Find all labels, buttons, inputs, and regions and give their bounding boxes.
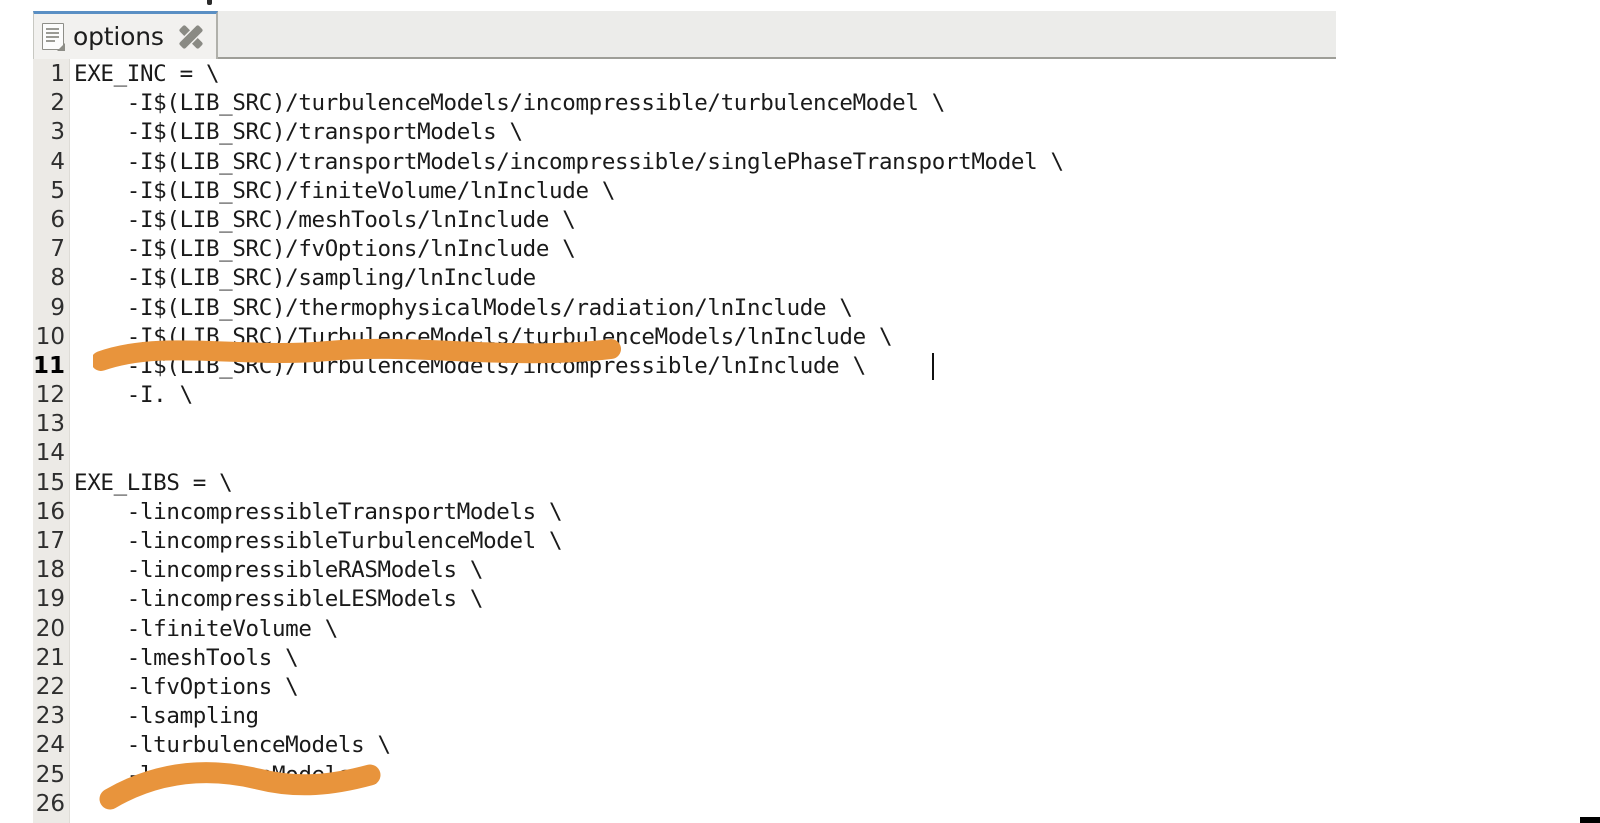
line-number: 10 bbox=[35, 323, 65, 350]
text-caret bbox=[932, 352, 934, 380]
code-line[interactable] bbox=[74, 410, 1336, 439]
editor-tab-bar: options bbox=[33, 11, 1336, 61]
code-line[interactable]: -lturbulenceModels \ bbox=[74, 731, 1336, 760]
code-line[interactable]: -lradiationModels \ bbox=[74, 761, 1336, 790]
code-line[interactable]: -lincompressibleRASModels \ bbox=[74, 556, 1336, 585]
line-number: 12 bbox=[35, 382, 65, 409]
code-line[interactable]: -I. \ bbox=[74, 381, 1336, 410]
tab-options[interactable]: options bbox=[33, 11, 218, 61]
close-x-icon[interactable] bbox=[178, 24, 204, 50]
line-number: 15 bbox=[35, 469, 65, 496]
code-line[interactable] bbox=[74, 790, 1336, 819]
code-line[interactable]: -I$(LIB_SRC)/TurbulenceModels/turbulence… bbox=[74, 323, 1336, 352]
document-icon bbox=[42, 23, 65, 51]
line-number: 21 bbox=[35, 644, 65, 671]
code-line[interactable]: EXE_LIBS = \ bbox=[74, 469, 1336, 498]
code-line[interactable]: -lincompressibleTurbulenceModel \ bbox=[74, 527, 1336, 556]
line-number: 17 bbox=[35, 528, 65, 554]
code-line[interactable] bbox=[74, 439, 1336, 468]
line-number: 19 bbox=[35, 586, 65, 613]
line-number: 11 bbox=[33, 352, 66, 379]
line-number: 5 bbox=[50, 177, 65, 204]
line-number: 1 bbox=[50, 61, 65, 87]
line-number: 6 bbox=[50, 206, 65, 233]
line-number: 25 bbox=[35, 761, 65, 788]
code-line[interactable]: -I$(LIB_SRC)/meshTools/lnInclude \ bbox=[74, 206, 1336, 235]
line-number: 26 bbox=[35, 790, 65, 817]
code-line[interactable]: -I$(LIB_SRC)/finiteVolume/lnInclude \ bbox=[74, 177, 1336, 206]
code-line[interactable]: -I$(LIB_SRC)/transportModels/incompressi… bbox=[74, 148, 1336, 177]
code-line[interactable]: -I$(LIB_SRC)/fvOptions/lnInclude \ bbox=[74, 235, 1336, 264]
line-number: 20 bbox=[35, 615, 65, 642]
line-number: 9 bbox=[50, 294, 65, 321]
text-editor-window: options 1 2 3 4 5 6 7 8 9 10 11 12 13 14 15 16 17 18 19 20 2… bbox=[33, 11, 1336, 823]
line-number: 16 bbox=[35, 498, 65, 525]
line-number: 2 bbox=[50, 90, 65, 117]
code-line[interactable]: -lincompressibleTransportModels \ bbox=[74, 498, 1336, 527]
code-text-content[interactable]: EXE_INC = \ -I$(LIB_SRC)/turbulenceModel… bbox=[70, 59, 1336, 823]
code-line[interactable]: -lincompressibleLESModels \ bbox=[74, 585, 1336, 614]
line-number: 8 bbox=[50, 265, 65, 292]
code-line[interactable]: -lmeshTools \ bbox=[74, 644, 1336, 673]
code-line[interactable]: EXE_INC = \ bbox=[74, 60, 1336, 89]
code-line[interactable]: -lfvOptions \ bbox=[74, 673, 1336, 702]
stray-glyph-bottom-right bbox=[1580, 817, 1600, 823]
code-line[interactable]: -I$(LIB_SRC)/turbulenceModels/incompress… bbox=[74, 89, 1336, 118]
line-number: 24 bbox=[35, 732, 65, 759]
line-number: 7 bbox=[50, 236, 65, 263]
line-number: 13 bbox=[35, 411, 65, 438]
code-line[interactable]: -I$(LIB_SRC)/TurbulenceModels/incompress… bbox=[74, 352, 1336, 381]
code-line[interactable]: -I$(LIB_SRC)/thermophysicalModels/radiat… bbox=[74, 294, 1336, 323]
line-number-gutter: 1 2 3 4 5 6 7 8 9 10 11 12 13 14 15 16 17 18 19 20 21 22 23 24 2… bbox=[33, 59, 70, 823]
line-number: 22 bbox=[35, 673, 65, 700]
code-line[interactable]: -I$(LIB_SRC)/transportModels \ bbox=[74, 118, 1336, 147]
line-number: 23 bbox=[35, 703, 65, 730]
code-editor-area[interactable]: 1 2 3 4 5 6 7 8 9 10 11 12 13 14 15 16 17 18 19 20 21 22 23 24 2… bbox=[33, 59, 1336, 823]
line-number: 18 bbox=[35, 557, 65, 584]
line-number: 4 bbox=[50, 148, 65, 175]
code-line[interactable]: -lsampling bbox=[74, 702, 1336, 731]
stray-glyph-top bbox=[207, 0, 212, 5]
line-number: 3 bbox=[50, 119, 65, 146]
line-number: 14 bbox=[35, 440, 65, 467]
code-line[interactable]: -I$(LIB_SRC)/sampling/lnInclude bbox=[74, 264, 1336, 293]
tab-label: options bbox=[73, 22, 164, 51]
code-line[interactable]: -lfiniteVolume \ bbox=[74, 615, 1336, 644]
